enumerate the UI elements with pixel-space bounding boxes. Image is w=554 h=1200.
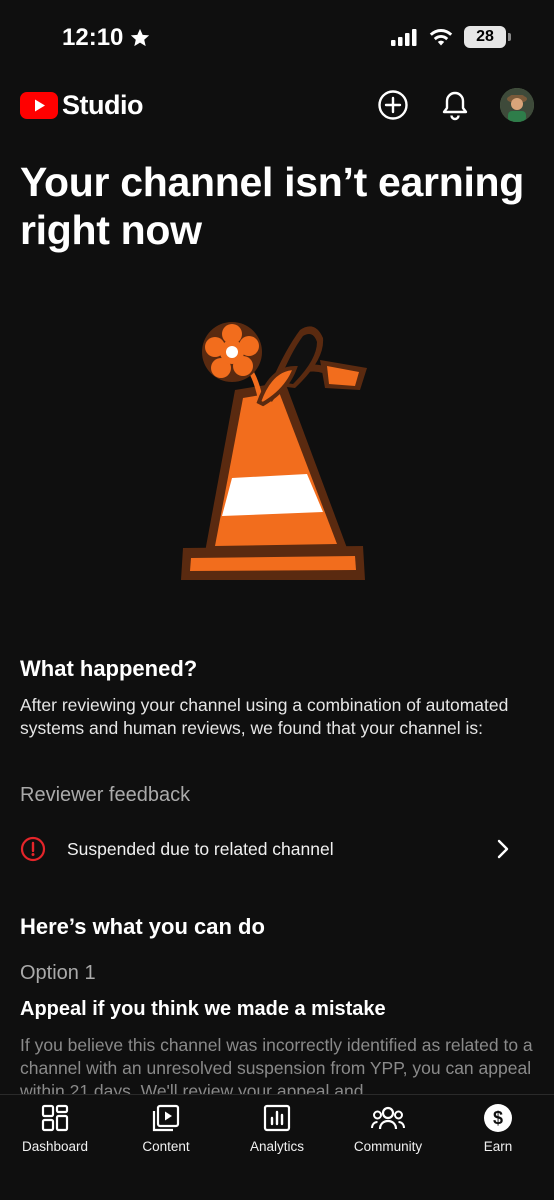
option-label: Option 1 [20,962,96,984]
nav-analytics[interactable]: Analytics [227,1103,327,1154]
clock-text: 12:10 [62,24,124,51]
app-header: Studio [0,80,554,130]
nav-earn[interactable]: $ Earn [448,1103,548,1154]
option-title: Appeal if you think we made a mistake [20,998,386,1020]
add-icon [378,90,408,120]
cone-illustration [181,322,367,580]
what-happened-heading: What happened? [20,656,198,681]
status-time: 12:10 [62,24,151,52]
battery-indicator: 28 [464,26,511,48]
create-button[interactable] [376,88,410,122]
community-icon [371,1106,405,1130]
bottom-nav: Dashboard Content Analytics Community $ … [0,1094,554,1200]
what-you-can-do-heading: Here’s what you can do [20,914,265,939]
content-icon [152,1104,180,1132]
dashboard-icon [41,1104,69,1132]
signal-icon [391,29,417,46]
nav-content[interactable]: Content [116,1103,216,1154]
analytics-icon [263,1104,291,1132]
nav-community[interactable]: Community [338,1103,438,1154]
battery-level: 28 [476,28,494,45]
nav-dashboard[interactable]: Dashboard [5,1103,105,1154]
star-icon [131,28,150,47]
page-title: Your channel isn’t earning right now [20,159,525,253]
reviewer-feedback-heading: Reviewer feedback [20,784,191,806]
alert-icon [20,836,46,862]
chevron-right-icon [497,839,509,859]
nav-earn-label: Earn [483,1139,513,1154]
earn-icon: $ [484,1104,512,1132]
logo-text: Studio [62,90,143,120]
svg-text:$: $ [493,1108,503,1128]
avatar[interactable] [500,88,534,122]
what-happened-body: After reviewing your channel using a com… [20,695,509,738]
nav-community-label: Community [353,1139,423,1154]
reviewer-feedback-item[interactable]: Suspended due to related channel [0,826,554,872]
bell-icon [442,91,468,121]
youtube-logo-icon [20,92,58,119]
status-bar: 12:10 28 [0,0,554,70]
status-indicators: 28 [390,26,511,48]
option-body: If you believe this channel was incorrec… [20,1035,533,1098]
notifications-button[interactable] [438,88,472,122]
avatar-image [500,88,534,122]
studio-logo[interactable]: Studio [20,90,143,121]
wifi-icon [429,29,453,46]
reviewer-feedback-label: Suspended due to related channel [67,839,334,859]
nav-analytics-label: Analytics [249,1139,305,1154]
nav-dashboard-label: Dashboard [21,1139,89,1154]
nav-content-label: Content [142,1139,190,1154]
